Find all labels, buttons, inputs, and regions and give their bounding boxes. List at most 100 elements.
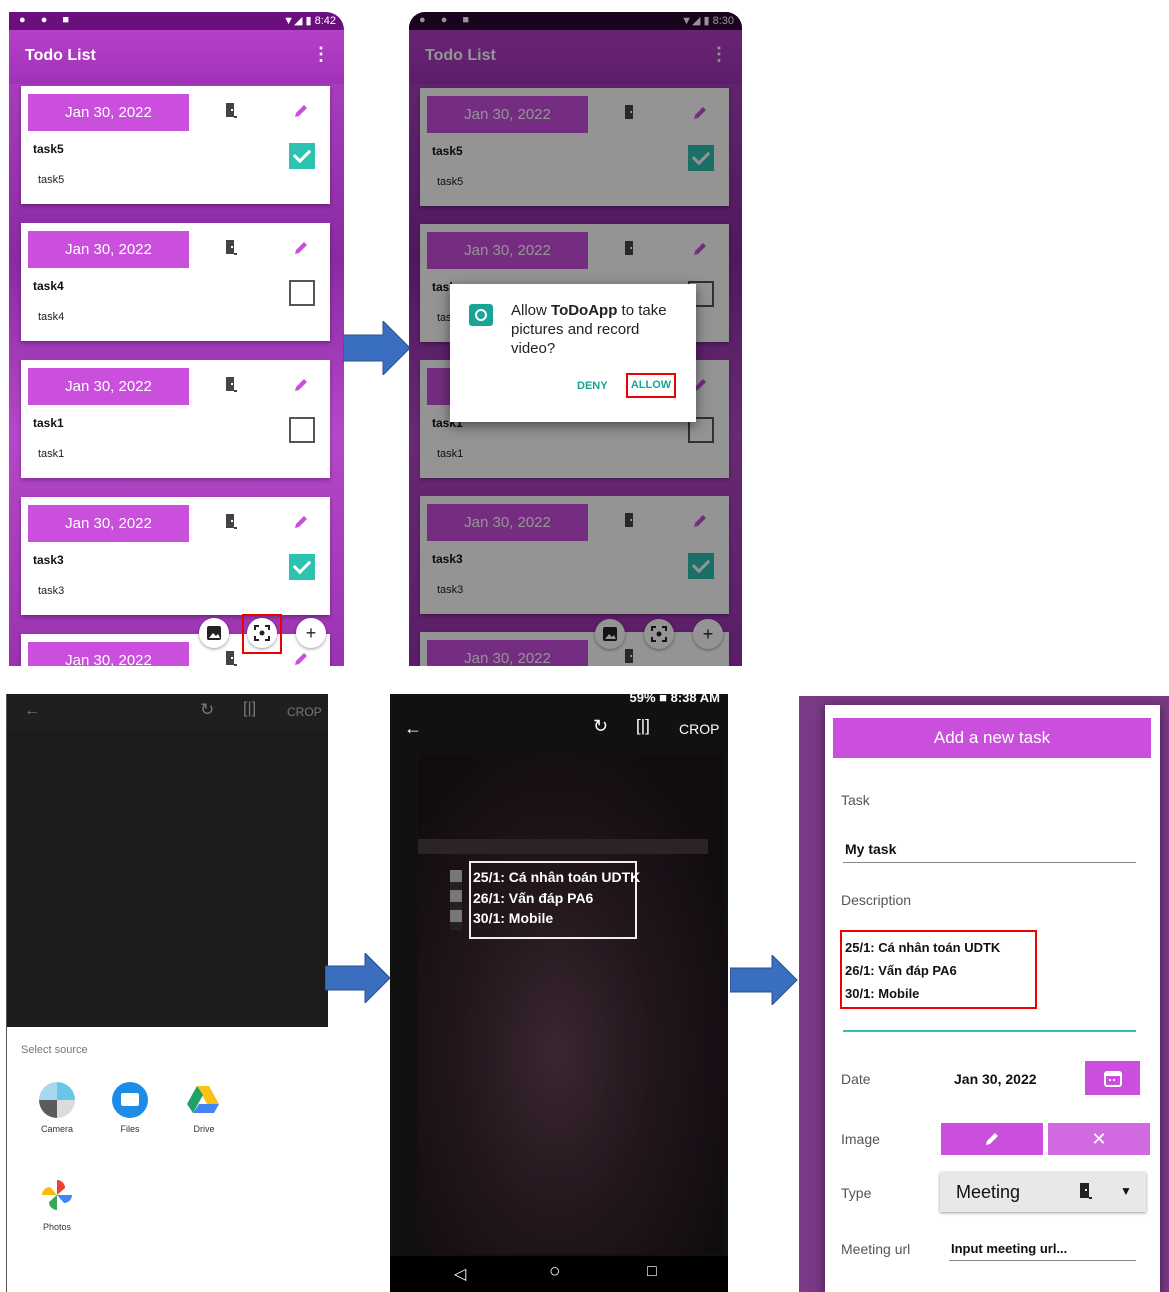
status-time: 59% ■ 8:38 AM — [629, 694, 720, 705]
date-button[interactable]: Jan 30, 2022 — [28, 231, 189, 268]
door-icon — [226, 240, 237, 257]
edit-pencil-icon[interactable] — [293, 103, 309, 124]
date-button[interactable]: Jan 30, 2022 — [28, 505, 189, 542]
permission-message: Allow ToDoApp to take pictures and recor… — [511, 302, 667, 357]
nav-home-icon[interactable]: ○ — [549, 1261, 560, 1283]
gallery-fab[interactable] — [199, 618, 229, 648]
task-card[interactable]: Jan 30, 2022 task1 task1 — [21, 360, 330, 478]
image-label: Image — [841, 1131, 880, 1147]
files-app-icon[interactable] — [112, 1082, 148, 1118]
status-bar: 59% ■ 8:38 AM — [390, 694, 728, 706]
flip-icon[interactable]: [|] — [636, 716, 650, 736]
description-line: 30/1: Mobile — [845, 986, 920, 1001]
app-title: Todo List — [25, 47, 96, 64]
task-name: task1 — [33, 416, 64, 430]
date-label: Date — [841, 1071, 871, 1087]
overflow-menu-icon[interactable]: ⋮ — [312, 44, 330, 65]
edit-pencil-icon[interactable] — [293, 377, 309, 398]
camera-app-label: Camera — [40, 1124, 73, 1134]
edit-pencil-icon[interactable] — [293, 240, 309, 261]
date-button[interactable]: Jan 30, 2022 — [28, 94, 189, 131]
source-picker-screen: ← ↻ [|] CROP Select source Camera Files … — [6, 694, 328, 1292]
scan-highlight — [242, 614, 282, 654]
nav-back-icon[interactable]: ◁ — [454, 1264, 466, 1284]
deny-button[interactable]: DENY — [577, 380, 608, 392]
add-task-screen: Add a new task Task My task Description … — [799, 696, 1169, 1292]
task-card[interactable]: Jan 30, 2022 task4 task4 — [21, 223, 330, 341]
done-checkbox[interactable] — [289, 417, 315, 443]
drive-app-icon[interactable] — [187, 1084, 219, 1119]
done-checkbox[interactable] — [289, 280, 315, 306]
type-label: Type — [841, 1185, 872, 1201]
crop-selection[interactable]: 25/1: Cá nhân toán UDTK 26/1: Vấn đáp PA… — [469, 861, 641, 939]
add-task-dialog: Add a new task Task My task Description … — [825, 705, 1160, 1292]
select-source-title: Select source — [21, 1044, 88, 1056]
edit-pencil-icon[interactable] — [293, 514, 309, 535]
meeting-url-label: Meeting url — [841, 1241, 911, 1257]
meeting-url-input[interactable]: Input meeting url... — [951, 1241, 1067, 1256]
task-card[interactable]: Jan 30, 2022 task3 task3 — [21, 497, 330, 615]
crop-toolbar: ← ↻ [|] CROP — [390, 706, 728, 754]
dialog-header: Add a new task — [833, 718, 1151, 758]
date-button[interactable]: Jan 30, 2022 — [28, 368, 189, 405]
nav-recents-icon[interactable]: □ — [647, 1263, 657, 1281]
task-description: task3 — [38, 585, 65, 597]
back-arrow-icon[interactable]: ← — [24, 702, 40, 720]
status-icons: ● ● ■ — [19, 14, 76, 26]
status-time: ▼◢ ▮ 8:42 — [283, 15, 336, 27]
done-checkbox[interactable] — [289, 143, 315, 169]
ocr-line: 25/1: Cá nhân toán UDTK — [473, 869, 641, 885]
flow-arrow-icon — [730, 955, 798, 1005]
image-clear-button[interactable]: ✕ — [1048, 1123, 1150, 1155]
todo-list-screen: ● ● ■ ▼◢ ▮ 8:42 Todo List ⋮ Jan 30, 2022… — [9, 12, 344, 666]
door-icon — [226, 651, 237, 666]
system-nav-bar: ◁ ○ □ — [390, 1256, 728, 1292]
calendar-button[interactable] — [1085, 1061, 1140, 1095]
crop-button[interactable]: CROP — [679, 721, 719, 737]
flip-icon[interactable]: [|] — [243, 700, 256, 718]
select-source-sheet: Select source Camera Files Drive Photos — [7, 1027, 328, 1292]
image-edit-button[interactable] — [941, 1123, 1043, 1155]
flow-arrow-icon — [343, 321, 411, 375]
task-list: Jan 30, 2022 task5 task5 Jan 30, 2022 ta… — [9, 84, 344, 666]
photo-ribbon — [418, 839, 708, 854]
flow-arrow-icon — [325, 953, 391, 1003]
task-description: task1 — [38, 448, 65, 460]
date-button[interactable]: Jan 30, 2022 — [28, 642, 189, 666]
crop-screen: 59% ■ 8:38 AM ← ↻ [|] CROP 25/1: Cá nhân… — [390, 694, 728, 1292]
task-label: Task — [841, 792, 870, 808]
add-task-fab[interactable]: + — [296, 618, 326, 648]
ocr-line: 30/1: Mobile — [473, 910, 554, 926]
chevron-down-icon: ▼ — [1120, 1184, 1132, 1198]
status-bar: ● ● ■ ▼◢ ▮ 8:42 — [9, 12, 344, 30]
crop-button[interactable]: CROP — [287, 705, 322, 719]
door-icon — [1080, 1183, 1093, 1206]
photos-app-label: Photos — [42, 1222, 72, 1232]
task-card[interactable]: Jan 30, 2022 — [21, 634, 330, 666]
door-icon — [226, 103, 237, 120]
type-dropdown[interactable]: Meeting ▼ — [940, 1172, 1146, 1212]
task-name: task4 — [33, 279, 64, 293]
captured-photo — [418, 754, 725, 1254]
description-underline — [843, 1030, 1136, 1032]
camera-app-icon[interactable] — [39, 1082, 75, 1118]
task-input[interactable]: My task — [845, 841, 896, 857]
photos-app-icon[interactable] — [40, 1178, 74, 1217]
task-description: task4 — [38, 311, 65, 323]
done-checkbox[interactable] — [289, 554, 315, 580]
type-value: Meeting — [956, 1182, 1021, 1202]
rotate-icon[interactable]: ↻ — [200, 700, 214, 720]
back-arrow-icon[interactable]: ← — [404, 718, 422, 739]
checkbox-column — [450, 870, 462, 930]
task-card[interactable]: Jan 30, 2022 task5 task5 — [21, 86, 330, 204]
allow-button[interactable]: ALLOW — [626, 373, 676, 398]
rotate-icon[interactable]: ↻ — [593, 716, 608, 737]
permission-screen: ● ● ■ ▼◢ ▮ 8:30 Todo List ⋮ Jan 30, 2022… — [409, 12, 742, 666]
crop-preview — [7, 694, 328, 1027]
task-underline — [843, 862, 1136, 863]
clock: 8:42 — [314, 15, 336, 27]
camera-icon — [469, 304, 493, 326]
edit-pencil-icon[interactable] — [293, 651, 309, 666]
ocr-line: 26/1: Vấn đáp PA6 — [473, 890, 594, 906]
crop-toolbar: ← ↻ [|] CROP — [7, 694, 328, 730]
